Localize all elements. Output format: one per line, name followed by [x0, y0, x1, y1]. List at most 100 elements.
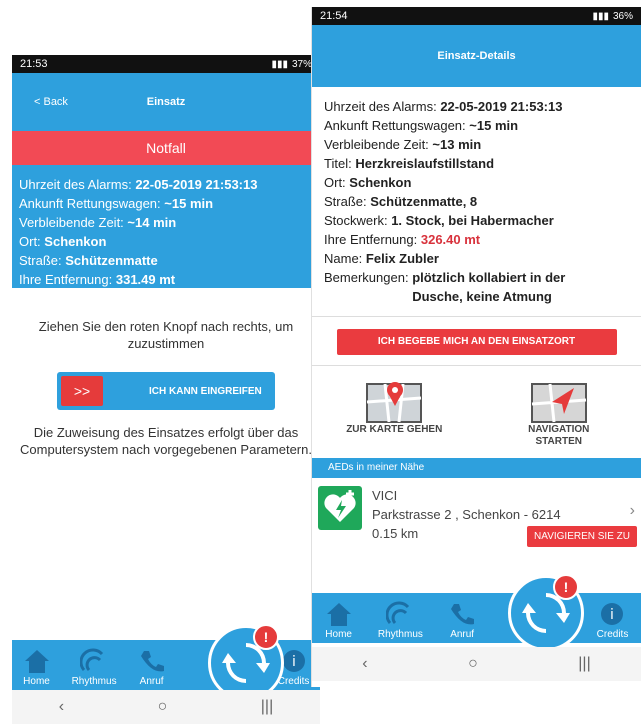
aed-section-header: AEDs in meiner Nähe: [312, 458, 641, 478]
go-to-site-button[interactable]: ICH BEGEBE MICH AN DEN EINSATZORT: [336, 329, 617, 355]
name-value: Felix Zubler: [365, 251, 439, 266]
status-time: 21:54: [320, 10, 348, 22]
alarm-time-value: 22-05-2019 21:53:13: [135, 177, 258, 192]
nav-rhythm-label: Rhythmus: [377, 629, 423, 640]
emergency-banner: Notfall: [12, 131, 320, 165]
ambulance-row: Ankunft Rettungswagen: ~15 min: [324, 116, 629, 135]
navigation-button-label: NAVIGATION STARTEN: [528, 424, 590, 447]
nav-home[interactable]: Home: [325, 601, 353, 643]
signal-icon: ▮▮▮: [592, 10, 609, 22]
ambulance-label: Ankunft Rettungswagen:: [19, 196, 161, 211]
assignment-note: Die Zuweisung des Einsatzes erfolgt über…: [20, 425, 312, 457]
app-header: Einsatz-Details: [312, 25, 641, 87]
aed-heart-icon: [318, 486, 362, 530]
status-bar: 21:54 ▮▮▮ 36%: [312, 7, 641, 25]
bottom-navigation: Home Rhythmus Anruf i Credits: [312, 593, 641, 643]
info-icon: i: [601, 603, 624, 625]
slider-knob[interactable]: >>: [61, 376, 103, 406]
recents-nav-icon[interactable]: |||: [261, 698, 273, 716]
distance-row: Ihre Entfernung: 326.40 mt: [324, 230, 629, 249]
alert-badge: !: [553, 574, 579, 600]
floor-row: Stockwerk: 1. Stock, bei Habermacher: [324, 211, 629, 230]
alarm-time-label: Uhrzeit des Alarms:: [324, 99, 437, 114]
map-button[interactable]: ZUR KARTE GEHEN: [339, 378, 449, 448]
header-title: Einsatz: [146, 96, 186, 108]
emergency-center-button[interactable]: !: [508, 574, 584, 651]
place-label: Ort:: [19, 234, 41, 249]
nav-call[interactable]: Anruf: [448, 601, 476, 643]
back-nav-icon[interactable]: ‹: [59, 698, 64, 716]
remarks-label: Bemerkungen:: [324, 270, 409, 285]
place-row: Ort: Schenkon: [19, 232, 313, 251]
slider-label: ICH KANN EINGREIFEN: [149, 385, 262, 397]
street-row: Straße: Schützenmatte, 8: [324, 192, 629, 211]
title-value: Herzkreislaufstillstand: [355, 156, 495, 171]
nav-credits-label: Credits: [277, 676, 310, 687]
street-value: Schützenmatte: [65, 253, 158, 268]
nav-call[interactable]: Anruf: [138, 648, 166, 690]
system-navigation: ‹ ○ |||: [312, 647, 641, 681]
phone-icon: [451, 604, 475, 625]
map-actions: ZUR KARTE GEHEN NAVIGATION STARTEN: [312, 366, 641, 458]
home-nav-icon[interactable]: ○: [158, 698, 168, 716]
street-value: Schützenmatte, 8: [370, 194, 478, 209]
ambulance-row: Ankunft Rettungswagen: ~15 min: [19, 194, 313, 213]
mission-details: Uhrzeit des Alarms: 22-05-2019 21:53:13 …: [312, 87, 641, 316]
remaining-row: Verbleibende Zeit: ~13 min: [324, 135, 629, 154]
accept-slider[interactable]: >> ICH KANN EINGREIFEN: [57, 372, 275, 410]
place-row: Ort: Schenkon: [324, 173, 629, 192]
back-button[interactable]: < Back: [34, 96, 68, 108]
distance-value: 326.40 mt: [420, 232, 481, 247]
nav-rhythm[interactable]: Rhythmus: [72, 648, 117, 690]
system-navigation: ‹ ○ |||: [12, 690, 320, 724]
map-button-label: ZUR KARTE GEHEN: [346, 424, 443, 435]
left-phone-screen: 21:53 ▮▮▮ 37% < Back Einsatz Notfall Uhrz…: [12, 55, 320, 724]
ambulance-label: Ankunft Rettungswagen:: [324, 118, 466, 133]
navigation-button[interactable]: NAVIGATION STARTEN: [504, 378, 614, 448]
navigation-arrow-icon: [530, 383, 587, 423]
status-bar: 21:53 ▮▮▮ 37%: [12, 55, 320, 73]
alarm-info: Uhrzeit des Alarms: 22-05-2019 21:53:13 …: [12, 165, 320, 288]
aed-list-item[interactable]: VICI Parkstrasse 2 , Schenkon - 6214 0.1…: [312, 478, 641, 551]
street-label: Straße:: [19, 253, 62, 268]
street-row: Straße: Schützenmatte: [19, 251, 313, 270]
alert-badge: !: [253, 624, 279, 650]
place-label: Ort:: [324, 175, 346, 190]
map-pin-icon: [366, 382, 423, 423]
alarm-time-label: Uhrzeit des Alarms:: [19, 177, 132, 192]
nav-call-label: Anruf: [139, 676, 164, 687]
home-icon: [24, 650, 49, 673]
nav-home-label: Home: [325, 629, 352, 640]
right-phone-screen: 21:54 ▮▮▮ 36% Einsatz-Details Uhrzeit des…: [312, 7, 641, 687]
floor-value: 1. Stock, bei Habermacher: [391, 213, 554, 228]
home-icon: [326, 603, 351, 626]
remaining-label: Verbleibende Zeit:: [324, 137, 429, 152]
nav-home-label: Home: [23, 676, 50, 687]
place-value: Schenkon: [349, 175, 412, 190]
navigate-to-aed-button[interactable]: NAVIGIEREN SIE ZU: [527, 526, 637, 547]
svg-text:i: i: [611, 607, 615, 623]
recents-nav-icon[interactable]: |||: [578, 655, 590, 673]
ambulance-value: ~15 min: [164, 196, 214, 211]
signal-icon: ▮▮▮: [271, 58, 288, 70]
name-row: Name: Felix Zubler: [324, 249, 629, 268]
home-nav-icon[interactable]: ○: [468, 655, 478, 673]
svg-text:i: i: [292, 654, 296, 670]
nav-credits[interactable]: i Credits: [597, 601, 628, 643]
remarks-value: plötzlich kollabiert in der Dusche, kein…: [412, 270, 566, 304]
title-label: Titel:: [324, 156, 352, 171]
nav-home[interactable]: Home: [23, 648, 51, 690]
battery-level: 37%: [291, 58, 312, 70]
nav-rhythm[interactable]: Rhythmus: [378, 601, 423, 643]
back-nav-icon[interactable]: ‹: [362, 655, 367, 673]
distance-label: Ihre Entfernung:: [324, 232, 418, 247]
alarm-time-row: Uhrzeit des Alarms: 22-05-2019 21:53:13: [19, 175, 313, 194]
nav-rhythm-label: Rhythmus: [71, 676, 117, 687]
aed-address: Parkstrasse 2 , Schenkon - 6214: [372, 507, 561, 522]
nav-call-label: Anruf: [450, 629, 475, 640]
floor-label: Stockwerk:: [324, 213, 388, 228]
rhythm-icon: [80, 648, 104, 672]
alarm-time-row: Uhrzeit des Alarms: 22-05-2019 21:53:13: [324, 97, 629, 116]
place-value: Schenkon: [44, 234, 107, 249]
title-row: Titel: Herzkreislaufstillstand: [324, 154, 629, 173]
